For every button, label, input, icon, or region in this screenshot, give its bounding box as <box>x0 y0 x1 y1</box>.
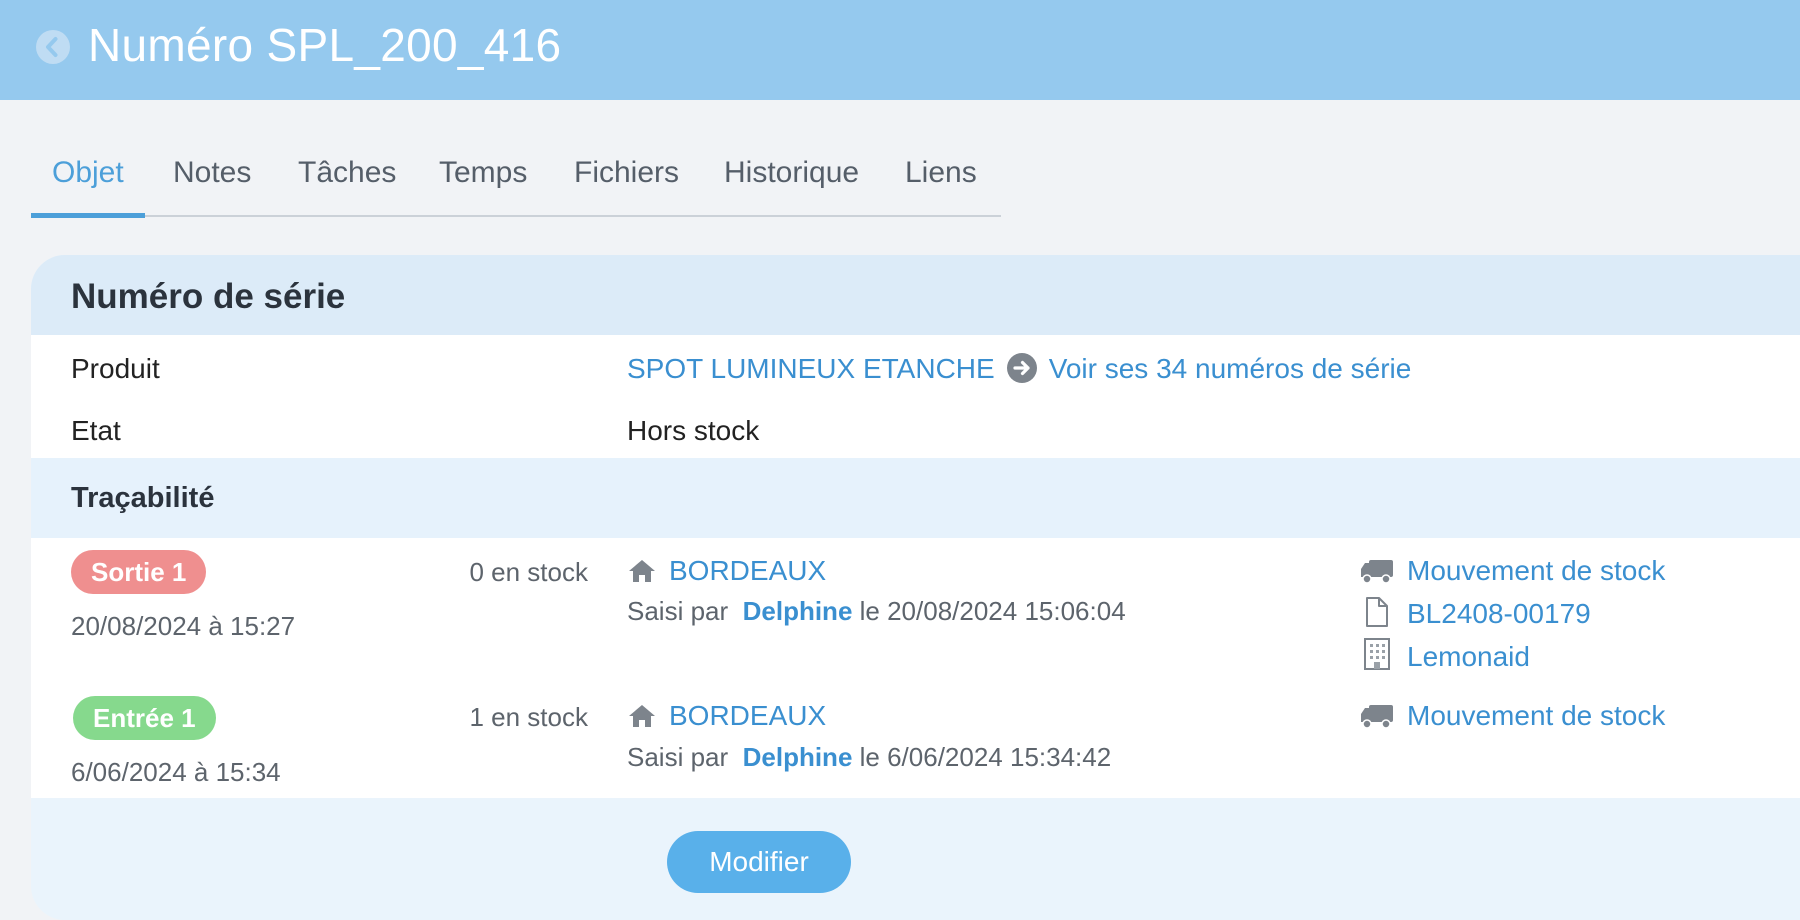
ref-company: Lemonaid <box>1359 637 1530 673</box>
tab-objet[interactable]: Objet <box>31 140 145 218</box>
document-icon <box>1366 597 1388 627</box>
user-link[interactable]: Delphine <box>743 742 853 772</box>
saisi-date: le 6/06/2024 15:34:42 <box>859 742 1112 772</box>
truck-icon <box>1361 705 1393 729</box>
location: BORDEAUX <box>627 555 826 587</box>
entry-date: 20/08/2024 à 15:27 <box>71 611 296 641</box>
tab-taches[interactable]: Tâches <box>277 140 417 217</box>
ref-bl: BL2408-00179 <box>1359 596 1591 630</box>
user-link[interactable]: Delphine <box>743 596 853 626</box>
home-icon <box>629 705 655 727</box>
building-icon <box>1364 638 1390 670</box>
entry-author: Saisi par Delphine le 6/06/2024 15:34:42 <box>627 742 1111 773</box>
modify-button[interactable]: Modifier <box>667 831 851 893</box>
saisi-prefix: Saisi par <box>627 596 729 626</box>
card-title: Numéro de série <box>71 277 346 316</box>
stock-count: 1 en stock <box>469 702 588 732</box>
info-block: Produit SPOT LUMINEUX ETANCHE Voir ses 34… <box>31 335 1800 458</box>
saisi-prefix: Saisi par <box>627 742 729 772</box>
arrow-right-icon[interactable] <box>1006 353 1037 383</box>
truck-icon <box>1361 560 1393 584</box>
entry-date: 6/06/2024 à 15:34 <box>71 757 281 787</box>
produit-label: Produit <box>71 353 160 384</box>
company-link[interactable]: Lemonaid <box>1407 641 1530 672</box>
status-badge: Entrée 1 <box>73 696 216 740</box>
chevron-left-icon <box>46 37 58 57</box>
tab-liens[interactable]: Liens <box>884 140 998 217</box>
tracabilite-title: Traçabilité <box>71 482 215 514</box>
tab-bar: Objet Notes Tâches Temps Fichiers Histor… <box>31 140 1001 218</box>
delivery-note-link[interactable]: BL2408-00179 <box>1407 598 1591 629</box>
status-badge: Sortie 1 <box>71 550 207 594</box>
ref-mouvement: Mouvement de stock <box>1359 555 1665 587</box>
app-header: Numéro SPL_200_416 <box>0 0 1800 100</box>
serial-number-card: Numéro de série Produit SPOT LUMINEUX ET… <box>31 255 1800 920</box>
tracabilite-list: Sortie 1 20/08/2024 à 15:27 0 en stock B… <box>31 538 1800 798</box>
tab-historique[interactable]: Historique <box>703 140 880 217</box>
location-link[interactable]: BORDEAUX <box>669 555 826 586</box>
location: BORDEAUX <box>627 700 826 732</box>
etat-label: Etat <box>71 415 121 446</box>
etat-value: Hors stock <box>627 415 760 446</box>
serials-link[interactable]: Voir ses 34 numéros de série <box>1049 353 1412 384</box>
location-link[interactable]: BORDEAUX <box>669 700 826 731</box>
ref-mouvement: Mouvement de stock <box>1359 700 1665 732</box>
tracabilite-section: Traçabilité <box>31 458 1800 538</box>
tab-temps[interactable]: Temps <box>418 140 548 217</box>
stock-movement-link[interactable]: Mouvement de stock <box>1407 555 1665 586</box>
card-header: Numéro de série <box>31 255 1800 335</box>
stock-count: 0 en stock <box>469 557 588 587</box>
entry-author: Saisi par Delphine le 20/08/2024 15:06:0… <box>627 596 1126 627</box>
produit-value: SPOT LUMINEUX ETANCHE Voir ses 34 numéros… <box>627 353 1411 385</box>
back-button[interactable] <box>36 30 70 64</box>
saisi-date: le 20/08/2024 15:06:04 <box>859 596 1126 626</box>
product-link[interactable]: SPOT LUMINEUX ETANCHE <box>627 353 995 384</box>
page-title: Numéro SPL_200_416 <box>88 19 562 71</box>
home-icon <box>629 560 655 582</box>
tab-notes[interactable]: Notes <box>152 140 272 217</box>
tab-fichiers[interactable]: Fichiers <box>553 140 700 217</box>
stock-movement-link[interactable]: Mouvement de stock <box>1407 700 1665 731</box>
